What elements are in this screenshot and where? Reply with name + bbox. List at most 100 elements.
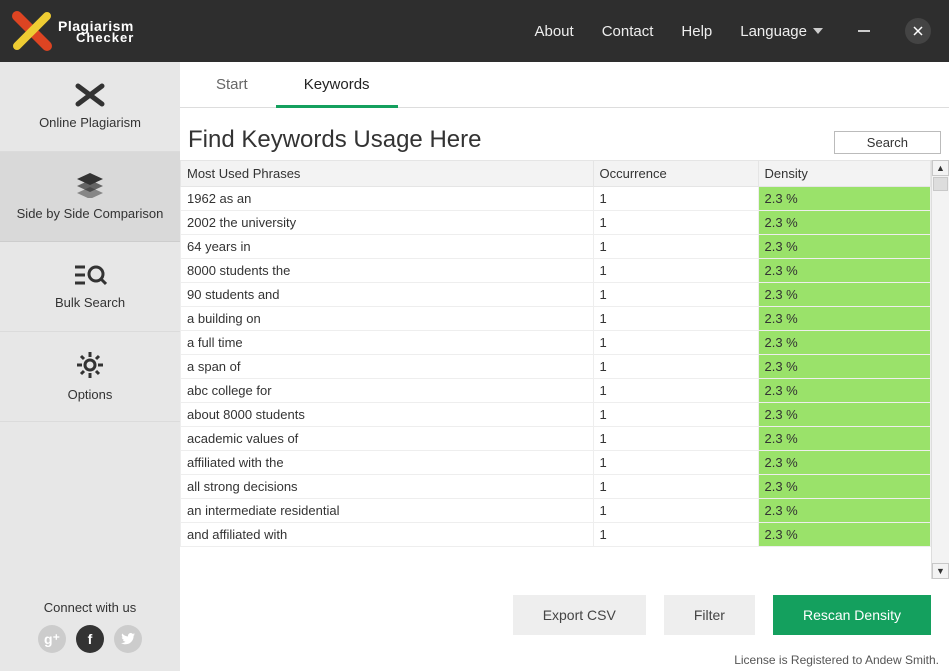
cell-phrase: and affiliated with bbox=[181, 523, 594, 547]
cell-phrase: a full time bbox=[181, 331, 594, 355]
table-row[interactable]: a span of12.3 % bbox=[181, 355, 931, 379]
minimize-button[interactable] bbox=[851, 18, 877, 44]
scroll-down-button[interactable]: ▼ bbox=[932, 563, 949, 579]
cell-phrase: affiliated with the bbox=[181, 451, 594, 475]
social-twitter[interactable] bbox=[114, 625, 142, 653]
scroll-up-button[interactable]: ▲ bbox=[932, 160, 949, 176]
sidebar-footer: Connect with us g⁺ f bbox=[0, 586, 180, 671]
col-density[interactable]: Density bbox=[758, 161, 931, 187]
cell-occurrence: 1 bbox=[593, 379, 758, 403]
table-row[interactable]: all strong decisions12.3 % bbox=[181, 475, 931, 499]
cell-phrase: abc college for bbox=[181, 379, 594, 403]
sidebar-item-online-plagiarism[interactable]: Online Plagiarism bbox=[0, 62, 180, 152]
cell-density: 2.3 % bbox=[758, 475, 931, 499]
table-row[interactable]: 2002 the university12.3 % bbox=[181, 211, 931, 235]
cell-density: 2.3 % bbox=[758, 211, 931, 235]
export-csv-button[interactable]: Export CSV bbox=[513, 595, 646, 635]
cell-occurrence: 1 bbox=[593, 307, 758, 331]
table-row[interactable]: about 8000 students12.3 % bbox=[181, 403, 931, 427]
close-button[interactable] bbox=[905, 18, 931, 44]
cell-density: 2.3 % bbox=[758, 307, 931, 331]
cell-phrase: a span of bbox=[181, 355, 594, 379]
cell-density: 2.3 % bbox=[758, 331, 931, 355]
table-row[interactable]: 90 students and12.3 % bbox=[181, 283, 931, 307]
x-icon bbox=[75, 83, 105, 107]
cell-occurrence: 1 bbox=[593, 403, 758, 427]
nav-help[interactable]: Help bbox=[681, 23, 712, 40]
sidebar-item-bulk-search[interactable]: Bulk Search bbox=[0, 242, 180, 332]
cell-density: 2.3 % bbox=[758, 451, 931, 475]
cell-phrase: a building on bbox=[181, 307, 594, 331]
cell-phrase: 8000 students the bbox=[181, 259, 594, 283]
scroll-thumb[interactable] bbox=[933, 177, 948, 191]
social-googleplus[interactable]: g⁺ bbox=[38, 625, 66, 653]
app-logo: Plagiarism Checker bbox=[12, 11, 134, 51]
cell-occurrence: 1 bbox=[593, 523, 758, 547]
cell-density: 2.3 % bbox=[758, 379, 931, 403]
table-row[interactable]: 1962 as an12.3 % bbox=[181, 187, 931, 211]
sidebar-item-label: Side by Side Comparison bbox=[17, 206, 164, 221]
cell-occurrence: 1 bbox=[593, 235, 758, 259]
bulk-search-icon bbox=[73, 263, 107, 287]
tabs: Start Keywords bbox=[180, 62, 949, 108]
cell-occurrence: 1 bbox=[593, 283, 758, 307]
tab-keywords[interactable]: Keywords bbox=[276, 62, 398, 107]
connect-label: Connect with us bbox=[0, 600, 180, 615]
nav-language[interactable]: Language bbox=[740, 23, 823, 40]
table-row[interactable]: a full time12.3 % bbox=[181, 331, 931, 355]
header: Plagiarism Checker About Contact Help La… bbox=[0, 0, 949, 62]
sidebar-item-side-by-side[interactable]: Side by Side Comparison bbox=[0, 152, 180, 242]
search-button[interactable]: Search bbox=[834, 131, 941, 154]
minimize-icon bbox=[858, 30, 870, 32]
cell-occurrence: 1 bbox=[593, 187, 758, 211]
sidebar: Online Plagiarism Side by Side Compariso… bbox=[0, 62, 180, 671]
cell-occurrence: 1 bbox=[593, 331, 758, 355]
table-row[interactable]: an intermediate residential12.3 % bbox=[181, 499, 931, 523]
table-row[interactable]: a building on12.3 % bbox=[181, 307, 931, 331]
logo-subtitle: Checker bbox=[76, 31, 134, 44]
table-row[interactable]: academic values of12.3 % bbox=[181, 427, 931, 451]
cell-phrase: academic values of bbox=[181, 427, 594, 451]
cell-phrase: 2002 the university bbox=[181, 211, 594, 235]
cell-density: 2.3 % bbox=[758, 499, 931, 523]
chevron-down-icon bbox=[813, 28, 823, 34]
rescan-density-button[interactable]: Rescan Density bbox=[773, 595, 931, 635]
cell-density: 2.3 % bbox=[758, 523, 931, 547]
nav-about[interactable]: About bbox=[534, 23, 573, 40]
cell-phrase: all strong decisions bbox=[181, 475, 594, 499]
logo-x-icon bbox=[12, 11, 52, 51]
cell-density: 2.3 % bbox=[758, 355, 931, 379]
sidebar-item-options[interactable]: Options bbox=[0, 332, 180, 422]
cell-occurrence: 1 bbox=[593, 211, 758, 235]
nav-language-label: Language bbox=[740, 23, 807, 40]
status-bar: License is Registered to Andew Smith. bbox=[180, 651, 949, 671]
cell-occurrence: 1 bbox=[593, 475, 758, 499]
cell-density: 2.3 % bbox=[758, 187, 931, 211]
table-row[interactable]: affiliated with the12.3 % bbox=[181, 451, 931, 475]
table-row[interactable]: and affiliated with12.3 % bbox=[181, 523, 931, 547]
sidebar-item-label: Options bbox=[68, 387, 113, 402]
cell-density: 2.3 % bbox=[758, 403, 931, 427]
cell-phrase: 1962 as an bbox=[181, 187, 594, 211]
cell-density: 2.3 % bbox=[758, 427, 931, 451]
table-scrollbar[interactable]: ▲ ▼ bbox=[931, 160, 949, 579]
sidebar-item-label: Bulk Search bbox=[55, 295, 125, 310]
col-occurrence[interactable]: Occurrence bbox=[593, 161, 758, 187]
cell-phrase: about 8000 students bbox=[181, 403, 594, 427]
filter-button[interactable]: Filter bbox=[664, 595, 755, 635]
cell-phrase: an intermediate residential bbox=[181, 499, 594, 523]
cell-occurrence: 1 bbox=[593, 355, 758, 379]
keywords-table: Most Used Phrases Occurrence Density 196… bbox=[180, 160, 931, 547]
table-row[interactable]: abc college for12.3 % bbox=[181, 379, 931, 403]
nav-contact[interactable]: Contact bbox=[602, 23, 654, 40]
tab-start[interactable]: Start bbox=[188, 62, 276, 107]
table-row[interactable]: 64 years in12.3 % bbox=[181, 235, 931, 259]
table-row[interactable]: 8000 students the12.3 % bbox=[181, 259, 931, 283]
sidebar-item-label: Online Plagiarism bbox=[39, 115, 141, 130]
col-phrase[interactable]: Most Used Phrases bbox=[181, 161, 594, 187]
social-facebook[interactable]: f bbox=[76, 625, 104, 653]
cell-occurrence: 1 bbox=[593, 259, 758, 283]
cell-phrase: 90 students and bbox=[181, 283, 594, 307]
cell-occurrence: 1 bbox=[593, 499, 758, 523]
cell-density: 2.3 % bbox=[758, 259, 931, 283]
